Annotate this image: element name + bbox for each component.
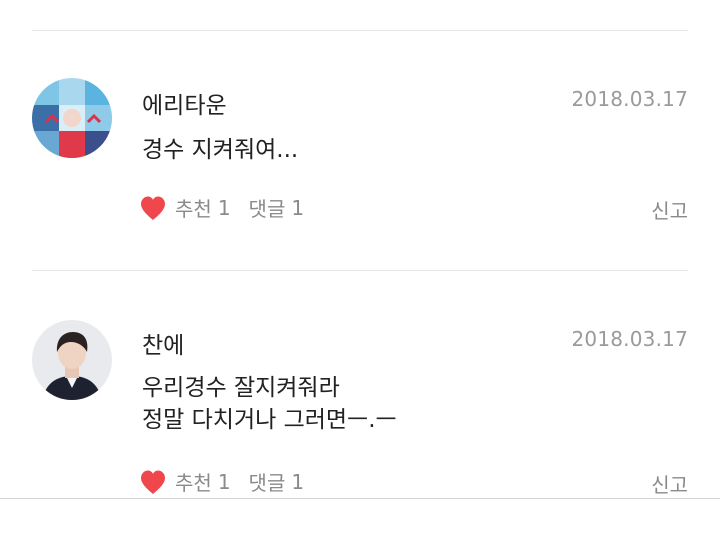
comment-author[interactable]: 에리타운 [142, 86, 227, 120]
comment-actions: 추천 1 댓글 1 [139, 467, 304, 496]
comment-date: 2018.03.17 [571, 327, 688, 351]
reply-count: 1 [291, 195, 305, 220]
reply-label: 댓글 [248, 471, 286, 495]
like-button[interactable]: 추천 1 [139, 193, 231, 222]
like-label: 추천 [175, 197, 212, 221]
top-divider [32, 30, 688, 31]
heart-icon [141, 196, 165, 220]
like-count: 1 [217, 195, 231, 220]
comment-author[interactable]: 찬에 [142, 326, 184, 360]
report-button[interactable]: 신고 [651, 469, 688, 498]
like-count: 1 [217, 469, 231, 494]
reply-label: 댓글 [248, 197, 286, 221]
comment-date: 2018.03.17 [571, 87, 688, 111]
like-label: 추천 [175, 471, 212, 495]
avatar[interactable] [32, 78, 112, 158]
comment-text: 우리경수 잘지켜줘라 정말 다치거나 그러면ㅡ.ㅡ [142, 375, 397, 433]
avatar[interactable] [32, 320, 112, 400]
comment-text: 경수 지켜줘여... [142, 137, 299, 163]
like-button[interactable]: 추천 1 [139, 467, 231, 496]
reply-button[interactable]: 댓글 1 [249, 193, 305, 222]
heart-icon [141, 470, 165, 494]
bottom-bar [0, 498, 720, 541]
comment-actions: 추천 1 댓글 1 [139, 193, 304, 222]
reply-button[interactable]: 댓글 1 [249, 467, 305, 496]
report-button[interactable]: 신고 [651, 195, 688, 224]
reply-count: 1 [291, 469, 305, 494]
comment-divider [32, 270, 688, 271]
